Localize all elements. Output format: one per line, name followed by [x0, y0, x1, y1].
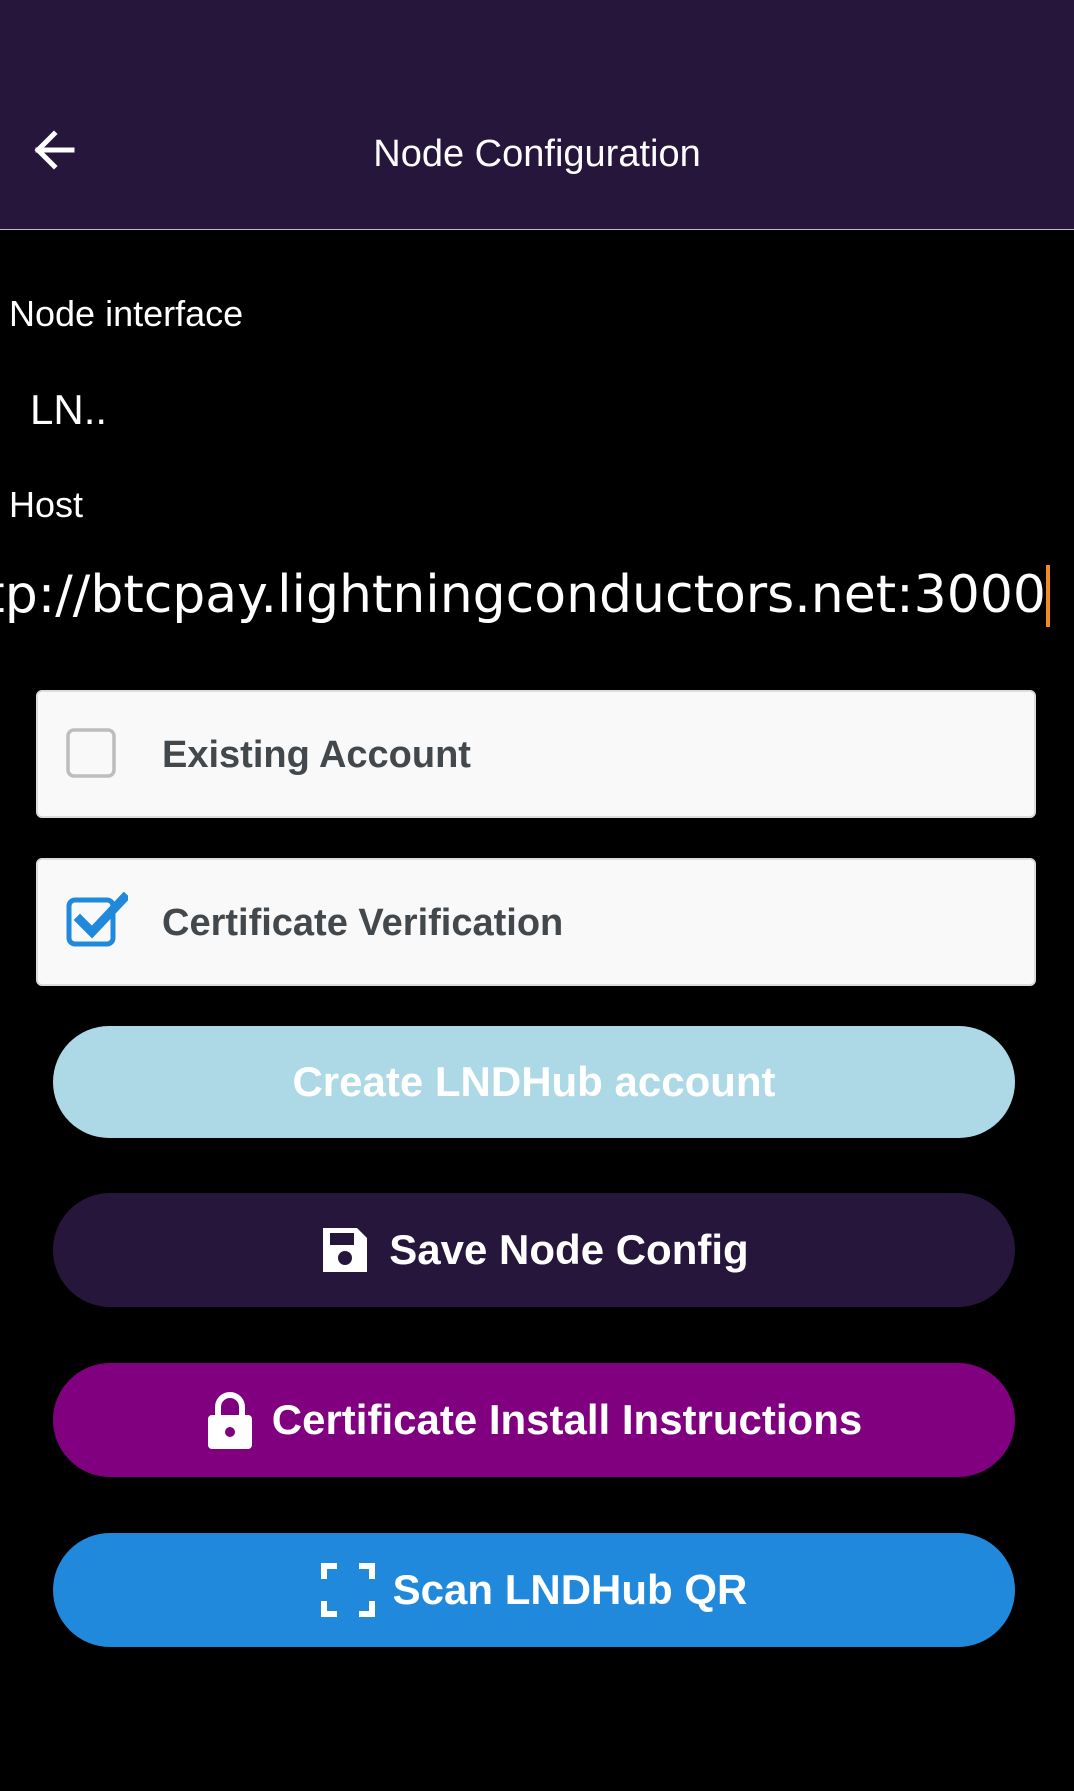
certificate-install-instructions-label: Certificate Install Instructions	[271, 1396, 863, 1443]
host-label: Host	[9, 484, 84, 525]
node-interface-label: Node interface	[9, 293, 244, 334]
lock-icon	[206, 1390, 254, 1450]
scan-lndhub-qr-button[interactable]: Scan LNDHub QR	[53, 1533, 1015, 1647]
save-node-config-button[interactable]: Save Node Config	[53, 1193, 1015, 1307]
save-node-config-label: Save Node Config	[389, 1226, 749, 1273]
unchecked-box-icon	[66, 728, 116, 778]
checked-box-icon	[66, 892, 128, 947]
certificate-verification-checkbox[interactable]: Certificate Verification	[36, 858, 1036, 986]
existing-account-checkbox[interactable]: Existing Account	[36, 690, 1036, 818]
node-interface-select[interactable]: LN..	[30, 385, 107, 435]
existing-account-label: Existing Account	[162, 734, 471, 776]
text-caret	[1046, 565, 1050, 627]
scan-lndhub-qr-label: Scan LNDHub QR	[392, 1566, 748, 1613]
certificate-verification-label: Certificate Verification	[162, 902, 564, 944]
host-input[interactable]: http://btcpay.lightningconductors.net:30…	[0, 555, 1074, 635]
floppy-disk-icon	[319, 1224, 371, 1276]
page-title: Node Configuration	[373, 133, 701, 175]
create-lndhub-account-button[interactable]: Create LNDHub account	[53, 1026, 1015, 1138]
create-lndhub-account-label: Create LNDHub account	[292, 1058, 776, 1105]
scan-frame-icon	[320, 1563, 375, 1617]
app-header: Node Configuration	[0, 0, 1074, 230]
certificate-install-instructions-button[interactable]: Certificate Install Instructions	[53, 1363, 1015, 1477]
host-input-value: http://btcpay.lightningconductors.net:30…	[0, 565, 1046, 625]
